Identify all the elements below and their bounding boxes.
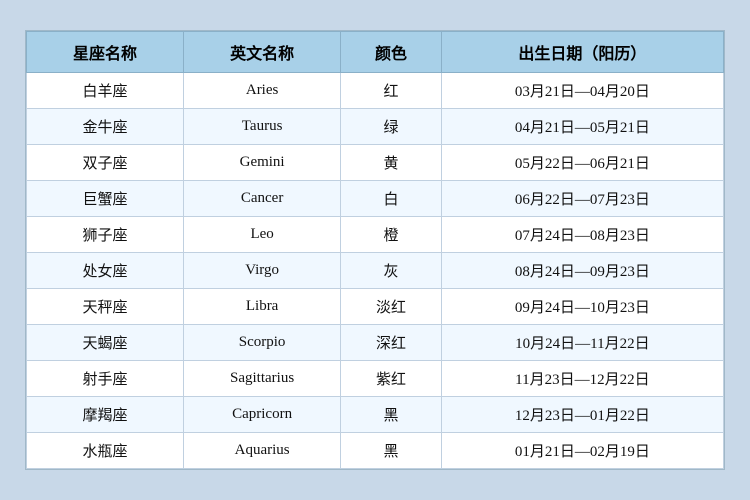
cell-chinese-name: 白羊座 <box>27 73 184 109</box>
cell-chinese-name: 摩羯座 <box>27 397 184 433</box>
table-row: 水瓶座Aquarius黑01月21日—02月19日 <box>27 433 724 469</box>
cell-english-name: Taurus <box>183 109 340 145</box>
table-header-row: 星座名称 英文名称 颜色 出生日期（阳历） <box>27 32 724 73</box>
cell-english-name: Cancer <box>183 181 340 217</box>
cell-color: 绿 <box>341 109 442 145</box>
cell-dates: 11月23日—12月22日 <box>441 361 723 397</box>
table-row: 天秤座Libra淡红09月24日—10月23日 <box>27 289 724 325</box>
cell-english-name: Capricorn <box>183 397 340 433</box>
cell-english-name: Aquarius <box>183 433 340 469</box>
table-row: 白羊座Aries红03月21日—04月20日 <box>27 73 724 109</box>
cell-color: 黑 <box>341 397 442 433</box>
cell-dates: 06月22日—07月23日 <box>441 181 723 217</box>
cell-chinese-name: 处女座 <box>27 253 184 289</box>
cell-color: 灰 <box>341 253 442 289</box>
cell-english-name: Aries <box>183 73 340 109</box>
cell-color: 黑 <box>341 433 442 469</box>
header-english-name: 英文名称 <box>183 32 340 73</box>
table-body: 白羊座Aries红03月21日—04月20日金牛座Taurus绿04月21日—0… <box>27 73 724 469</box>
cell-dates: 10月24日—11月22日 <box>441 325 723 361</box>
header-chinese-name: 星座名称 <box>27 32 184 73</box>
cell-chinese-name: 天秤座 <box>27 289 184 325</box>
cell-color: 淡红 <box>341 289 442 325</box>
table-row: 摩羯座Capricorn黑12月23日—01月22日 <box>27 397 724 433</box>
table-row: 金牛座Taurus绿04月21日—05月21日 <box>27 109 724 145</box>
cell-dates: 12月23日—01月22日 <box>441 397 723 433</box>
zodiac-table-container: 星座名称 英文名称 颜色 出生日期（阳历） 白羊座Aries红03月21日—04… <box>25 30 725 470</box>
cell-chinese-name: 金牛座 <box>27 109 184 145</box>
cell-english-name: Scorpio <box>183 325 340 361</box>
cell-dates: 04月21日—05月21日 <box>441 109 723 145</box>
cell-english-name: Gemini <box>183 145 340 181</box>
cell-dates: 01月21日—02月19日 <box>441 433 723 469</box>
table-row: 射手座Sagittarius紫红11月23日—12月22日 <box>27 361 724 397</box>
cell-color: 黄 <box>341 145 442 181</box>
cell-dates: 07月24日—08月23日 <box>441 217 723 253</box>
cell-dates: 09月24日—10月23日 <box>441 289 723 325</box>
zodiac-table: 星座名称 英文名称 颜色 出生日期（阳历） 白羊座Aries红03月21日—04… <box>26 31 724 469</box>
cell-english-name: Libra <box>183 289 340 325</box>
header-dates: 出生日期（阳历） <box>441 32 723 73</box>
header-color: 颜色 <box>341 32 442 73</box>
table-row: 双子座Gemini黄05月22日—06月21日 <box>27 145 724 181</box>
table-row: 天蝎座Scorpio深红10月24日—11月22日 <box>27 325 724 361</box>
cell-dates: 08月24日—09月23日 <box>441 253 723 289</box>
cell-dates: 05月22日—06月21日 <box>441 145 723 181</box>
cell-english-name: Sagittarius <box>183 361 340 397</box>
cell-dates: 03月21日—04月20日 <box>441 73 723 109</box>
cell-color: 深红 <box>341 325 442 361</box>
cell-color: 紫红 <box>341 361 442 397</box>
cell-chinese-name: 狮子座 <box>27 217 184 253</box>
cell-color: 白 <box>341 181 442 217</box>
cell-english-name: Virgo <box>183 253 340 289</box>
table-row: 狮子座Leo橙07月24日—08月23日 <box>27 217 724 253</box>
cell-chinese-name: 巨蟹座 <box>27 181 184 217</box>
cell-english-name: Leo <box>183 217 340 253</box>
table-row: 处女座Virgo灰08月24日—09月23日 <box>27 253 724 289</box>
cell-chinese-name: 射手座 <box>27 361 184 397</box>
cell-chinese-name: 双子座 <box>27 145 184 181</box>
table-row: 巨蟹座Cancer白06月22日—07月23日 <box>27 181 724 217</box>
cell-color: 橙 <box>341 217 442 253</box>
cell-chinese-name: 水瓶座 <box>27 433 184 469</box>
cell-color: 红 <box>341 73 442 109</box>
cell-chinese-name: 天蝎座 <box>27 325 184 361</box>
